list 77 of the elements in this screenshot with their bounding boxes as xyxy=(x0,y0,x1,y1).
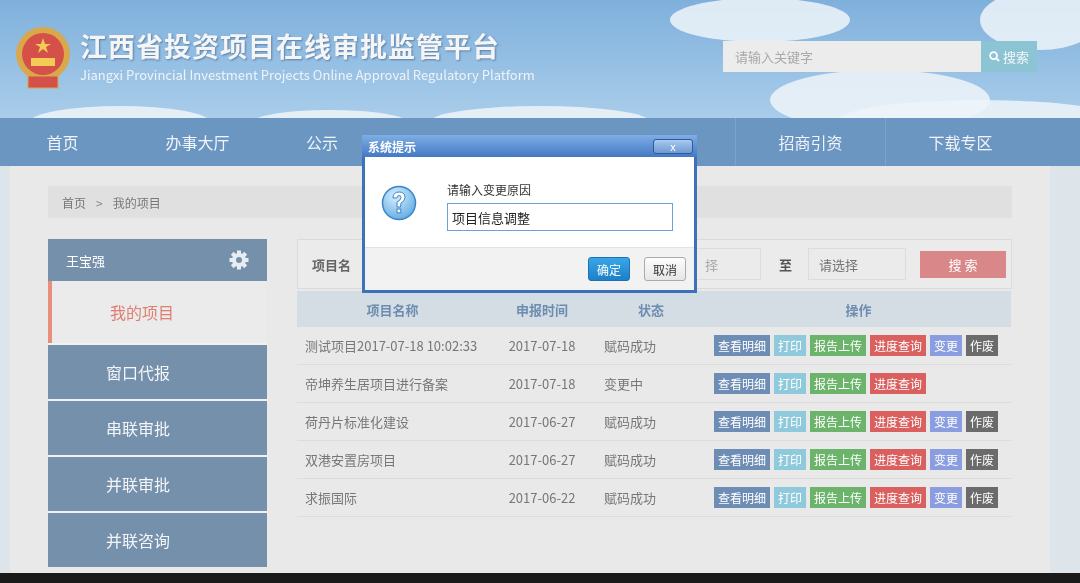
action-button[interactable]: 查看明细 xyxy=(714,411,770,432)
action-button[interactable]: 进度查询 xyxy=(870,411,927,432)
action-button[interactable]: 报告上传 xyxy=(810,411,867,432)
action-button[interactable]: 查看明细 xyxy=(714,449,770,470)
action-button[interactable]: 打印 xyxy=(774,373,807,394)
table-cell: 2017-06-22 xyxy=(488,478,596,517)
action-button[interactable]: 变更 xyxy=(930,449,963,470)
cancel-button[interactable]: 取消 xyxy=(644,257,686,281)
nav-item[interactable]: 办事大厅 xyxy=(125,118,270,166)
table-cell: 2017-06-27 xyxy=(488,402,596,441)
action-button[interactable]: 作废 xyxy=(966,411,999,432)
action-button[interactable]: 查看明细 xyxy=(714,487,770,508)
sidebar-item[interactable]: 串联审批 xyxy=(48,399,267,455)
table-cell: 2017-06-27 xyxy=(488,440,596,479)
nav-item[interactable]: 公示 xyxy=(270,118,360,166)
table-cell: 变更中 xyxy=(596,364,706,403)
prompt-label: 请输入变更原因 xyxy=(447,181,532,198)
user-name: 王宝强 xyxy=(66,250,105,270)
column-header: 状态 xyxy=(596,291,706,327)
sidebar-item[interactable]: 窗口代报 xyxy=(48,343,267,399)
site-title: 江西省投资项目在线审批监管平台 xyxy=(80,26,501,66)
action-button[interactable]: 进度查询 xyxy=(870,487,927,508)
action-button[interactable]: 进度查询 xyxy=(870,335,927,356)
action-button[interactable]: 变更 xyxy=(930,487,963,508)
action-button[interactable]: 打印 xyxy=(774,487,807,508)
action-button[interactable]: 报告上传 xyxy=(810,449,867,470)
search-icon xyxy=(989,51,1000,62)
search-field[interactable]: 请输入关键字 xyxy=(723,41,981,72)
action-button[interactable]: 作废 xyxy=(966,487,999,508)
breadcrumb-separator: > xyxy=(96,193,103,211)
action-button[interactable]: 查看明细 xyxy=(714,335,770,356)
dialog-title: 系统提示 xyxy=(368,137,416,155)
action-button[interactable]: 报告上传 xyxy=(810,373,867,394)
table-cell: 荷丹片标准化建设 xyxy=(297,402,488,441)
action-button[interactable]: 打印 xyxy=(774,335,807,356)
table-cell: 双港安置房项目 xyxy=(297,440,488,479)
reason-input[interactable]: 项目信息调整 xyxy=(447,203,673,231)
action-button[interactable]: 变更 xyxy=(930,335,963,356)
action-button[interactable]: 查看明细 xyxy=(714,373,770,394)
action-button[interactable]: 变更 xyxy=(930,411,963,432)
close-button[interactable]: x xyxy=(653,138,693,154)
table-cell: 求振国际 xyxy=(297,478,488,517)
table-cell: 帝坤养生居项目进行备案 xyxy=(297,364,488,403)
filter-label: 至 xyxy=(779,254,793,274)
table-cell: 赋码成功 xyxy=(596,402,706,441)
action-button[interactable]: 报告上传 xyxy=(810,335,867,356)
table-cell: 测试项目2017-07-18 10:02:33 xyxy=(297,327,488,365)
action-button[interactable]: 打印 xyxy=(774,449,807,470)
table-cell: 赋码成功 xyxy=(596,478,706,517)
column-header: 项目名称 xyxy=(297,291,488,327)
sidebar-item[interactable]: 并联审批 xyxy=(48,455,267,511)
action-button[interactable]: 作废 xyxy=(966,335,999,356)
confirm-button[interactable]: 确定 xyxy=(587,257,630,281)
column-header: 操作 xyxy=(706,291,1011,327)
breadcrumb-item[interactable]: 首页 xyxy=(62,193,86,211)
column-header: 申报时间 xyxy=(488,291,596,327)
table-cell: 赋码成功 xyxy=(596,440,706,479)
action-button[interactable]: 作废 xyxy=(966,449,999,470)
action-button[interactable]: 进度查询 xyxy=(870,373,927,394)
table-cell: 赋码成功 xyxy=(596,327,706,365)
filter-label: 项目名 xyxy=(312,254,351,274)
date-field[interactable]: 择 xyxy=(695,248,761,280)
site-subtitle: Jiangxi Provincial Investment Projects Online Approval Regulatory Platform xyxy=(80,66,535,84)
search-button[interactable]: 搜 索 xyxy=(920,250,1007,278)
nav-item[interactable]: 首页 xyxy=(0,118,125,166)
breadcrumb-item[interactable]: 我的项目 xyxy=(112,193,161,211)
date-field[interactable]: 请选择 xyxy=(808,248,907,280)
settings-icon[interactable] xyxy=(229,250,249,270)
action-button[interactable]: 进度查询 xyxy=(870,449,927,470)
table-cell: 2017-07-18 xyxy=(488,327,596,365)
action-button[interactable]: 打印 xyxy=(774,411,807,432)
table-cell: 2017-07-18 xyxy=(488,364,596,403)
action-button[interactable]: 报告上传 xyxy=(810,487,867,508)
search-button[interactable]: 搜索 xyxy=(981,41,1037,72)
question-icon xyxy=(381,185,417,221)
sidebar-item[interactable]: 并联咨询 xyxy=(48,511,267,567)
emblem-icon xyxy=(14,26,72,90)
